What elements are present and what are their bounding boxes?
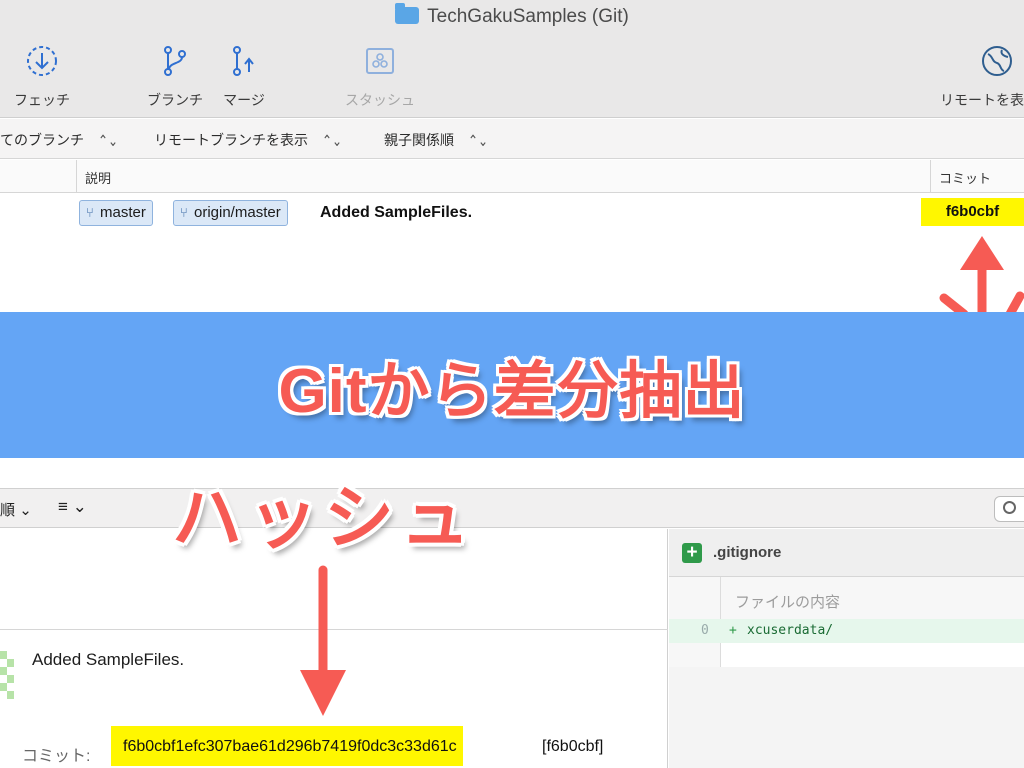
short-hash-bracket: [f6b0cbf] xyxy=(542,738,604,755)
fetch-button[interactable]: フェッチ xyxy=(6,44,78,110)
commit-list-header: 説明 コミット xyxy=(0,160,1024,193)
commit-message: Added SampleFiles. xyxy=(320,204,473,221)
merge-button[interactable]: マージ xyxy=(216,44,272,110)
added-file-icon: + xyxy=(682,543,702,563)
commit-field-label: コミット: xyxy=(22,748,91,765)
stash-button[interactable]: スタッシュ xyxy=(338,44,422,110)
added-line: 0 + xcuserdata/ xyxy=(669,619,1024,643)
branch-filter-dropdown[interactable]: てのブランチ ⌃⌄ xyxy=(0,130,118,150)
branch-icon: ⑂ xyxy=(180,205,188,220)
sort-dropdown[interactable]: 順 ⌄ xyxy=(0,499,32,520)
branch-button[interactable]: ブランチ xyxy=(142,44,208,110)
remote-button[interactable]: リモートを表 xyxy=(940,44,1024,110)
chevron-down-icon: ⌄ xyxy=(19,502,32,519)
avatar xyxy=(0,651,14,699)
folder-icon xyxy=(395,3,420,24)
line-number: 0 xyxy=(701,623,709,638)
diff-file-name: .gitignore xyxy=(713,544,782,561)
stash-icon xyxy=(366,48,394,74)
added-marker: + xyxy=(729,623,737,638)
hunk-header: ファイルの内容 xyxy=(721,577,1024,619)
globe-icon xyxy=(982,46,1012,76)
annotation-arrow-down-icon xyxy=(300,565,346,716)
diff-pane: + .gitignore ファイルの内容 0 + xcuserdata/ xyxy=(669,529,1024,768)
updown-chevron-icon: ⌃⌄ xyxy=(468,131,489,151)
detail-commit-message: Added SampleFiles. xyxy=(32,650,185,669)
chevron-down-icon: ⌄ xyxy=(72,497,87,516)
remote-branch-dropdown[interactable]: リモートブランチを表示 ⌃⌄ xyxy=(154,130,342,150)
full-commit-hash: f6b0cbf1efc307bae61d296b7419f0dc3c33d61c xyxy=(111,726,463,766)
updown-chevron-icon: ⌃⌄ xyxy=(98,131,119,151)
ref-badge-origin-master: ⑂ origin/master xyxy=(173,200,288,226)
merge-icon xyxy=(233,46,254,76)
search-icon xyxy=(1003,501,1016,514)
diff-file-header[interactable]: + .gitignore xyxy=(669,529,1024,577)
line-code: xcuserdata/ xyxy=(747,623,834,638)
branch-icon xyxy=(164,46,186,76)
annotation-arrow-up-icon xyxy=(939,236,1024,319)
hash-annotation-label: ハッシュ xyxy=(172,479,476,557)
window-title: TechGakuSamples (Git) xyxy=(0,3,1024,28)
filter-bar: てのブランチ ⌃⌄ リモートブランチを表示 ⌃⌄ 親子関係順 ⌃⌄ xyxy=(0,119,1024,159)
short-hash: f6b0cbf xyxy=(921,198,1024,226)
window-toolbar: TechGakuSamples (Git) フェッチ ブランチ マージ スタッシ… xyxy=(0,0,1024,118)
fetch-icon xyxy=(27,46,57,76)
search-input[interactable] xyxy=(994,496,1024,522)
view-options-dropdown[interactable]: ≡ ⌄ xyxy=(58,497,87,517)
order-dropdown[interactable]: 親子関係順 ⌃⌄ xyxy=(384,130,488,150)
description-column-header[interactable]: 説明 xyxy=(76,160,119,193)
commit-row[interactable]: ⑂ master ⑂ origin/master Added SampleFiles… xyxy=(0,194,1024,314)
ref-badge-master: ⑂ master xyxy=(79,200,153,226)
banner-title: Gitから差分抽出 xyxy=(278,357,746,426)
list-icon: ≡ xyxy=(58,497,68,516)
title-banner: Gitから差分抽出 xyxy=(0,312,1024,458)
detail-toolbar: 順 ⌄ ≡ ⌄ xyxy=(0,488,1024,528)
empty-line xyxy=(721,643,1024,667)
commit-column-header[interactable]: コミット xyxy=(930,160,999,193)
updown-chevron-icon: ⌃⌄ xyxy=(322,131,343,151)
branch-icon: ⑂ xyxy=(86,205,94,220)
